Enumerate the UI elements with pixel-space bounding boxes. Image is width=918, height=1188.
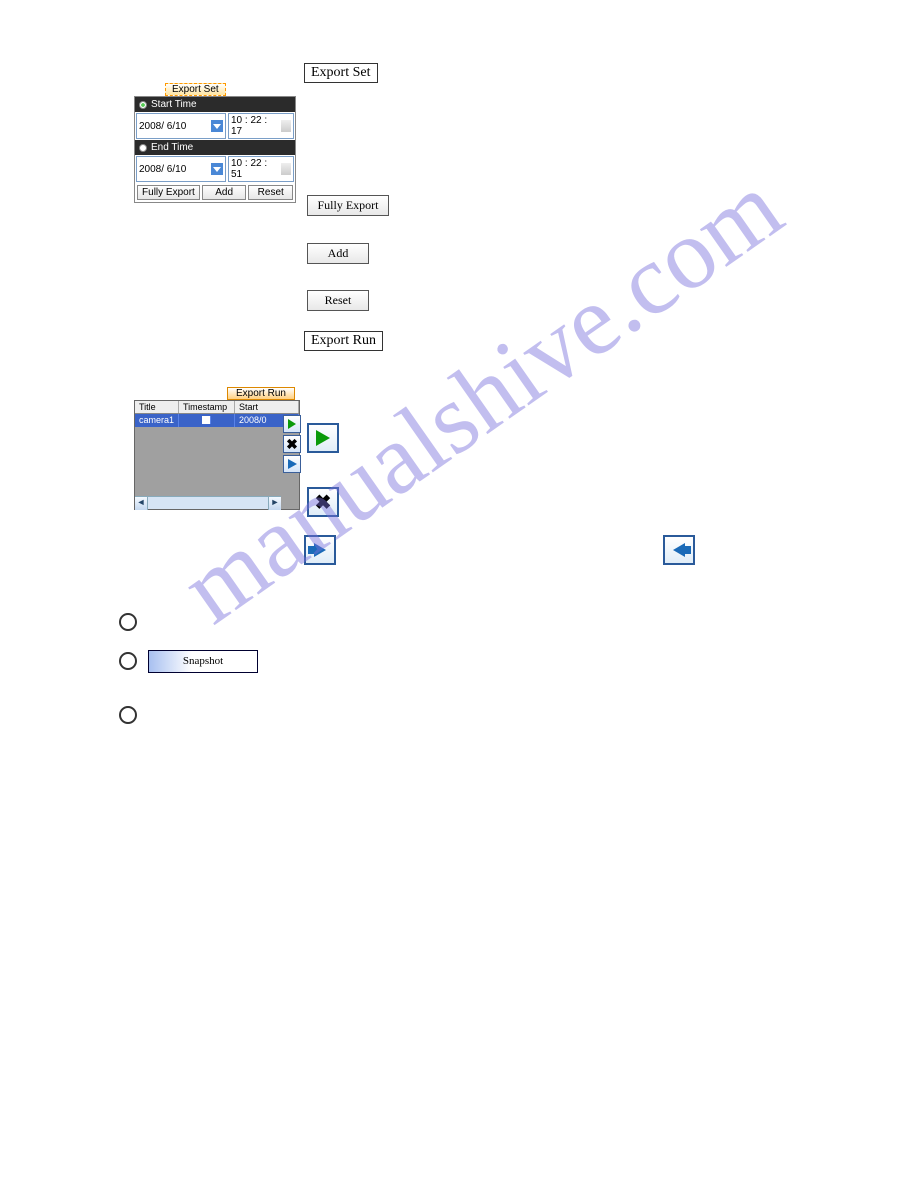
- dropdown-icon: [211, 163, 223, 175]
- row-start-time-header[interactable]: Start Time: [135, 97, 295, 112]
- radio-start-icon: [139, 101, 147, 109]
- row-end-time-header[interactable]: End Time: [135, 140, 295, 155]
- end-date-input[interactable]: 2008/ 6/10: [136, 156, 226, 182]
- tab-export-set[interactable]: Export Set: [165, 83, 226, 96]
- dropdown-icon: [211, 120, 223, 132]
- start-time-value: 10 : 22 : 17: [231, 115, 281, 137]
- end-time-input[interactable]: 10 : 22 : 51: [228, 156, 294, 182]
- label-end-time: End Time: [151, 142, 193, 153]
- start-time-input[interactable]: 10 : 22 : 17: [228, 113, 294, 139]
- table-row[interactable]: camera1 2008/0: [135, 414, 299, 427]
- scroll-left-icon: ◄: [135, 497, 148, 510]
- fully-export-button[interactable]: Fully Export: [307, 195, 389, 216]
- panel-export-set: Export Set Start Time 2008/ 6/10 10 : 22…: [134, 96, 296, 203]
- bullet-circle-icon: [119, 613, 137, 631]
- side-next-button[interactable]: [283, 455, 301, 473]
- bullet-circle-icon: [119, 652, 137, 670]
- arrow-right-icon: [288, 459, 297, 469]
- start-date-value: 2008/ 6/10: [139, 121, 186, 132]
- col-timestamp[interactable]: Timestamp: [179, 401, 235, 413]
- x-icon: ✖: [286, 436, 298, 453]
- col-start[interactable]: Start: [235, 401, 299, 413]
- x-icon: ✖: [315, 490, 332, 515]
- add-button[interactable]: Add: [307, 243, 369, 264]
- end-time-value: 10 : 22 : 51: [231, 158, 281, 180]
- delete-button[interactable]: ✖: [307, 487, 339, 517]
- end-date-value: 2008/ 6/10: [139, 164, 186, 175]
- side-delete-button[interactable]: ✖: [283, 435, 301, 453]
- col-title[interactable]: Title: [135, 401, 179, 413]
- snapshot-button[interactable]: Snapshot: [148, 650, 258, 673]
- panel-side-buttons: ✖: [283, 415, 301, 475]
- play-icon: [288, 419, 296, 429]
- table-header: Title Timestamp Start: [135, 401, 299, 414]
- cell-timestamp: [179, 414, 235, 427]
- cell-title: camera1: [135, 414, 179, 427]
- play-button[interactable]: [307, 423, 339, 453]
- bullet-circle-icon: [119, 706, 137, 724]
- next-button[interactable]: [304, 535, 336, 565]
- checkbox-icon: [202, 416, 211, 424]
- play-icon: [316, 430, 330, 446]
- arrow-right-icon: [314, 543, 326, 557]
- arrow-left-icon: [673, 543, 685, 557]
- label-start-time: Start Time: [151, 99, 197, 110]
- spinner-icon: [281, 120, 291, 132]
- reset-button[interactable]: Reset: [307, 290, 369, 311]
- spinner-icon: [281, 163, 291, 175]
- heading-export-set: Export Set: [304, 63, 378, 83]
- prev-button[interactable]: [663, 535, 695, 565]
- scroll-right-icon: ►: [268, 497, 281, 510]
- heading-export-run: Export Run: [304, 331, 383, 351]
- radio-end-icon: [139, 144, 147, 152]
- panel-fully-export-button[interactable]: Fully Export: [137, 185, 200, 200]
- start-date-input[interactable]: 2008/ 6/10: [136, 113, 226, 139]
- panel-reset-button[interactable]: Reset: [248, 185, 293, 200]
- horizontal-scrollbar[interactable]: ◄ ►: [135, 496, 281, 509]
- panel-export-run: Export Run Title Timestamp Start camera1…: [134, 400, 300, 510]
- panel-add-button[interactable]: Add: [202, 185, 247, 200]
- side-play-button[interactable]: [283, 415, 301, 433]
- tab-export-run[interactable]: Export Run: [227, 387, 295, 400]
